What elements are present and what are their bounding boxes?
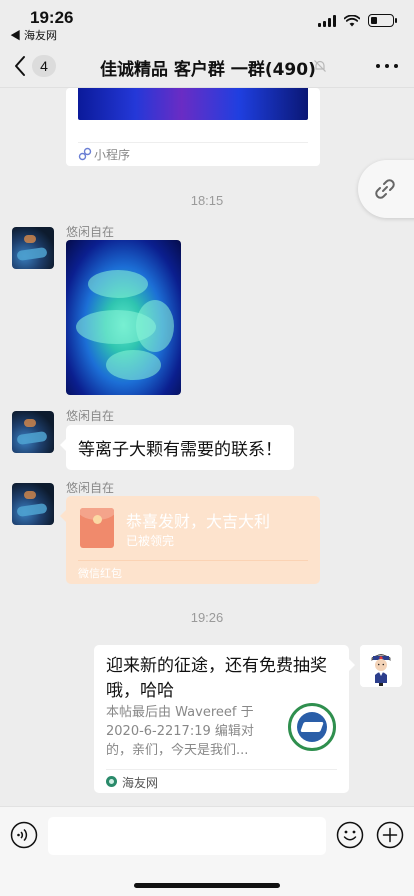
battery-icon: [368, 14, 397, 27]
avatar[interactable]: [12, 227, 54, 269]
red-packet-title: 恭喜发财，大吉大利: [126, 512, 271, 531]
mute-bell-icon: [314, 60, 326, 72]
mini-program-label: 小程序: [94, 148, 131, 162]
input-toolbar: [0, 806, 414, 896]
red-envelope-icon: [80, 508, 114, 548]
floating-link-button[interactable]: [358, 160, 414, 218]
mini-program-thumbnail: [78, 88, 308, 120]
my-avatar[interactable]: [360, 645, 402, 687]
mini-program-card[interactable]: 小程序: [66, 88, 320, 166]
cartoon-avatar-icon: [360, 645, 402, 687]
link-card-message[interactable]: 迎来新的征途，还有免费抽奖哦，哈哈 本帖最后由 Wavereef 于 2020-…: [94, 645, 355, 793]
chat-header: 4 佳诚精品 客户群 一群(490): [0, 44, 414, 88]
message-input[interactable]: [48, 817, 326, 855]
back-to-app-link[interactable]: ◀ 海友网: [10, 27, 57, 43]
emoji-icon[interactable]: [336, 821, 364, 849]
status-time: 19:26: [30, 8, 74, 27]
red-packet-footer: 微信红包: [78, 567, 122, 580]
text-message[interactable]: 等离子大颗有需要的联系！: [60, 425, 294, 470]
link-card-source: 海友网: [122, 776, 159, 790]
sender-name: 悠闲自在: [66, 409, 115, 423]
avatar[interactable]: [12, 411, 54, 453]
red-packet-message[interactable]: 恭喜发财，大吉大利 已被领完 微信红包: [60, 496, 320, 584]
image-message[interactable]: [66, 240, 181, 395]
unread-count-badge[interactable]: 4: [32, 55, 56, 77]
chevron-left-icon[interactable]: [12, 54, 28, 78]
sender-name: 悠闲自在: [66, 225, 115, 239]
red-packet-status: 已被领完: [126, 534, 175, 548]
home-indicator: [134, 883, 280, 888]
link-card-thumbnail: [288, 703, 336, 751]
avatar[interactable]: [12, 483, 54, 525]
more-dots-icon[interactable]: [376, 64, 398, 68]
status-bar: 19:26 ◀ 海友网: [0, 0, 414, 44]
cellular-signal-icon: [318, 14, 336, 27]
voice-icon[interactable]: [10, 821, 38, 849]
plus-icon[interactable]: [376, 821, 404, 849]
sender-name: 悠闲自在: [66, 481, 115, 495]
link-card-description: 本帖最后由 Wavereef 于 2020-6-2217:19 编辑对的，亲们，…: [106, 705, 254, 758]
mini-program-icon: [78, 147, 92, 161]
source-logo-icon: [106, 776, 117, 787]
chat-title: 佳诚精品 客户群 一群(490): [100, 60, 316, 80]
link-card-title: 迎来新的征途，还有免费抽奖哦，哈哈: [106, 656, 327, 701]
timestamp: 19:26: [190, 610, 224, 625]
status-icons: [318, 14, 397, 27]
timestamp: 18:15: [190, 193, 224, 208]
wifi-icon: [344, 14, 360, 26]
